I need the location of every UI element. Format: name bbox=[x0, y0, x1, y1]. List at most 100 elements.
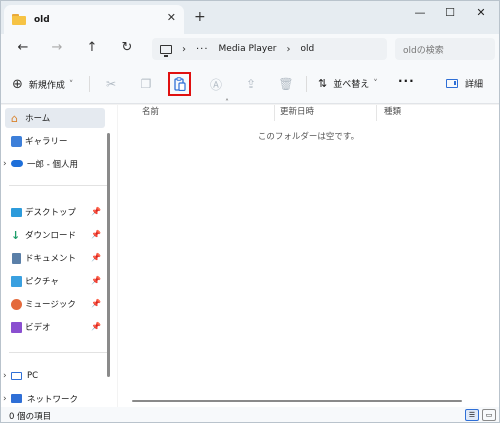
column-divider[interactable] bbox=[274, 105, 275, 121]
nav-item-pc[interactable]: › PC bbox=[3, 366, 105, 386]
close-window-button[interactable]: ✕ bbox=[471, 6, 491, 19]
detail-label: 詳細 bbox=[465, 80, 484, 90]
expand-chevron-icon[interactable]: › bbox=[3, 394, 7, 404]
search-placeholder: oldの検索 bbox=[403, 45, 444, 56]
sort-icon: ⇅ bbox=[318, 77, 328, 90]
document-icon bbox=[12, 252, 21, 264]
nav-item-label: 一郎 - 個人用 bbox=[27, 160, 78, 170]
details-view-button[interactable]: ☰ bbox=[465, 409, 479, 421]
column-header-modified[interactable]: 更新日時 bbox=[280, 105, 314, 119]
command-bar: ⊕ 新規作成 ˅ ✂ ❐ Ⓐ ⇪ 🗑 ⇅ 並べ替え ˅ ··· 詳細 bbox=[1, 64, 499, 104]
nav-item-label: ホーム bbox=[25, 114, 51, 124]
nav-item-desktop[interactable]: デスクトップ 📌 bbox=[5, 202, 105, 222]
list-view-icon: ☰ bbox=[468, 411, 476, 419]
file-explorer-window: old ✕ + — ☐ ✕ ← → ↑ ↻ › ··· Media Player… bbox=[0, 0, 500, 423]
nav-item-network[interactable]: › ネットワーク bbox=[3, 389, 105, 409]
nav-item-label: ピクチャ bbox=[25, 277, 59, 287]
nav-item-music[interactable]: ミュージック 📌 bbox=[5, 294, 105, 314]
breadcrumb-ellipsis[interactable]: ··· bbox=[196, 44, 209, 55]
sort-button[interactable]: ⇅ 並べ替え ˅ bbox=[318, 77, 378, 90]
delete-icon[interactable]: 🗑 bbox=[277, 75, 295, 93]
nav-item-onedrive[interactable]: › 一郎 - 個人用 bbox=[3, 154, 105, 174]
pin-icon[interactable]: 📌 bbox=[91, 207, 101, 216]
address-bar[interactable]: › ··· Media Player › old bbox=[152, 38, 387, 60]
network-icon bbox=[11, 394, 22, 403]
music-icon bbox=[11, 298, 22, 310]
share-icon[interactable]: ⇪ bbox=[242, 75, 260, 93]
up-button[interactable]: ↑ bbox=[84, 40, 100, 55]
file-list: ˄ 名前 更新日時 種類 このフォルダーは空です。 bbox=[118, 98, 499, 407]
new-tab-button[interactable]: + bbox=[194, 9, 206, 25]
nav-item-label: デスクトップ bbox=[25, 208, 77, 218]
video-icon bbox=[11, 321, 22, 333]
column-divider[interactable] bbox=[376, 105, 377, 121]
nav-item-label: ミュージック bbox=[25, 300, 76, 310]
pin-icon[interactable]: 📌 bbox=[91, 299, 101, 308]
tab-close-icon[interactable]: ✕ bbox=[167, 11, 176, 24]
pin-icon[interactable]: 📌 bbox=[91, 230, 101, 239]
folder-icon bbox=[12, 14, 26, 25]
gallery-icon bbox=[11, 135, 22, 147]
tab-old[interactable]: old ✕ bbox=[4, 5, 184, 34]
nav-item-label: ビデオ bbox=[25, 323, 51, 333]
navigation-pane: ⌂ ホーム ギャラリー › 一郎 - 個人用 デスクトップ 📌 ↓ ダウンロード… bbox=[1, 105, 117, 407]
nav-item-label: ダウンロード bbox=[25, 231, 77, 241]
pin-icon[interactable]: 📌 bbox=[91, 276, 101, 285]
item-count: 0 個の項目 bbox=[9, 412, 52, 422]
maximize-button[interactable]: ☐ bbox=[440, 6, 460, 19]
download-icon: ↓ bbox=[11, 228, 21, 242]
nav-item-videos[interactable]: ビデオ 📌 bbox=[5, 317, 105, 337]
chevron-right-icon: › bbox=[286, 43, 291, 55]
tiles-view-button[interactable]: ▭ bbox=[482, 409, 496, 421]
column-header-name[interactable]: 名前 bbox=[142, 105, 159, 119]
refresh-button[interactable]: ↻ bbox=[119, 40, 135, 55]
new-button[interactable]: ⊕ 新規作成 ˅ bbox=[12, 77, 73, 92]
nav-divider bbox=[9, 185, 107, 186]
breadcrumb-old[interactable]: old bbox=[300, 44, 314, 54]
back-button[interactable]: ← bbox=[15, 40, 31, 55]
nav-item-documents[interactable]: ドキュメント 📌 bbox=[5, 248, 105, 268]
expand-chevron-icon[interactable]: › bbox=[3, 159, 7, 169]
empty-folder-message: このフォルダーは空です。 bbox=[257, 132, 360, 142]
search-input[interactable]: oldの検索 bbox=[395, 38, 495, 60]
paste-highlight-box bbox=[168, 72, 191, 96]
toolbar-divider bbox=[306, 76, 307, 92]
desktop-icon bbox=[11, 208, 22, 217]
home-icon: ⌂ bbox=[11, 111, 18, 125]
details-pane-icon bbox=[446, 79, 458, 88]
chevron-right-icon: › bbox=[182, 43, 186, 55]
cut-icon[interactable]: ✂ bbox=[102, 75, 120, 93]
picture-icon bbox=[11, 275, 22, 287]
nav-divider bbox=[9, 352, 107, 353]
nav-item-downloads[interactable]: ↓ ダウンロード 📌 bbox=[5, 225, 105, 245]
title-bar: old ✕ + — ☐ ✕ bbox=[1, 1, 499, 34]
chevron-down-icon: ˅ bbox=[373, 78, 378, 89]
pin-icon[interactable]: 📌 bbox=[91, 253, 101, 262]
minimize-button[interactable]: — bbox=[410, 6, 430, 19]
tab-title: old bbox=[34, 14, 50, 25]
rename-icon[interactable]: Ⓐ bbox=[207, 75, 225, 93]
nav-item-label: ギャラリー bbox=[25, 137, 68, 147]
breadcrumb-media-player[interactable]: Media Player bbox=[219, 44, 277, 54]
tiles-view-icon: ▭ bbox=[485, 411, 493, 419]
forward-button[interactable]: → bbox=[49, 40, 65, 55]
status-bar: 0 個の項目 ☰ ▭ bbox=[1, 407, 499, 422]
nav-item-home[interactable]: ⌂ ホーム bbox=[5, 108, 105, 128]
new-label: 新規作成 bbox=[28, 81, 65, 91]
nav-scrollbar[interactable] bbox=[107, 133, 110, 377]
pc-icon bbox=[11, 372, 22, 380]
horizontal-scrollbar[interactable] bbox=[132, 400, 462, 402]
expand-chevron-icon[interactable]: › bbox=[3, 371, 7, 381]
nav-item-label: PC bbox=[27, 371, 39, 381]
nav-item-label: ネットワーク bbox=[27, 395, 79, 405]
nav-item-pictures[interactable]: ピクチャ 📌 bbox=[5, 271, 105, 291]
more-options-button[interactable]: ··· bbox=[398, 74, 415, 88]
toolbar-divider bbox=[89, 76, 90, 92]
pin-icon[interactable]: 📌 bbox=[91, 322, 101, 331]
details-pane-button[interactable]: 詳細 bbox=[446, 77, 483, 90]
chevron-down-icon: ˅ bbox=[68, 79, 74, 90]
address-row: ← → ↑ ↻ › ··· Media Player › old oldの検索 bbox=[1, 34, 499, 64]
column-header-type[interactable]: 種類 bbox=[384, 105, 401, 119]
nav-item-gallery[interactable]: ギャラリー bbox=[5, 131, 105, 151]
copy-icon[interactable]: ❐ bbox=[137, 75, 155, 93]
